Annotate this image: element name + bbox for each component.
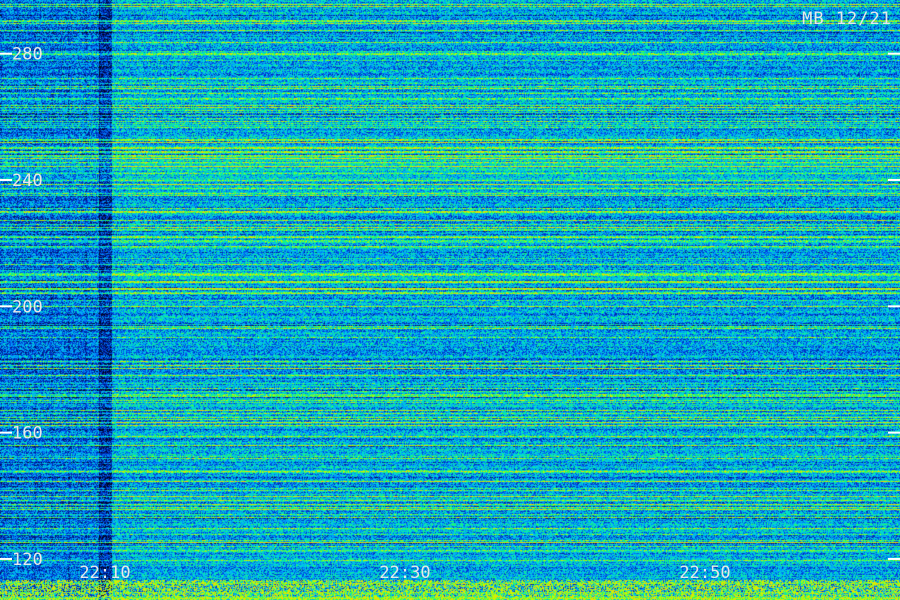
y-tick-label-240: 240 [12, 171, 43, 191]
x-tick-label-2210: 22:10 [79, 563, 130, 583]
y-tick-label-160: 160 [12, 424, 43, 444]
x-tick-label-2230: 22:30 [379, 563, 430, 583]
spectrogram-intensity-map [0, 0, 900, 600]
y-tick-label-120: 120 [12, 550, 43, 570]
y-tick-label-200: 200 [12, 297, 43, 317]
y-tick-label-280: 280 [12, 45, 43, 65]
corner-label: MB 12/21 [802, 9, 892, 29]
spectrogram-chart: 280 240 200 160 120 22:10 22:30 22:50 MB 12/21 [0, 0, 900, 600]
x-tick-label-2250: 22:50 [679, 563, 730, 583]
